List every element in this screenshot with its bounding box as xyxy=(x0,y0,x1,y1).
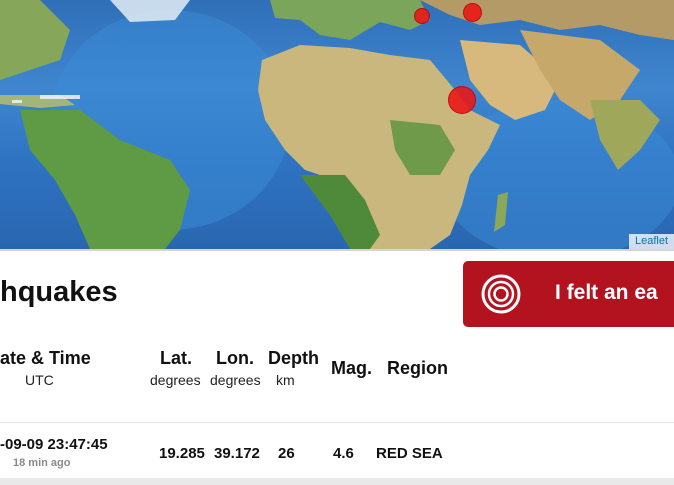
col-header-datetime[interactable]: ate & Time xyxy=(0,348,91,369)
felt-button-label: I felt an ea xyxy=(555,281,658,304)
cell-mag: 4.6 xyxy=(333,445,354,462)
seismic-rings-icon xyxy=(481,274,521,314)
map-divider xyxy=(0,249,674,251)
map-terrain xyxy=(0,0,674,249)
quake-marker[interactable] xyxy=(448,86,476,114)
quake-marker[interactable] xyxy=(414,8,430,24)
col-header-mag[interactable]: Mag. xyxy=(331,358,372,379)
earthquake-map[interactable]: Leaflet xyxy=(0,0,674,249)
col-unit-datetime: UTC xyxy=(25,372,54,388)
col-header-depth[interactable]: Depth xyxy=(268,348,319,369)
leaflet-attribution[interactable]: Leaflet xyxy=(628,234,674,249)
cell-datetime: -09-09 23:47:45 xyxy=(0,436,108,453)
header-separator xyxy=(0,422,674,423)
cell-region: RED SEA xyxy=(376,445,443,462)
cell-time-ago: 18 min ago xyxy=(13,457,71,469)
col-header-lat[interactable]: Lat. xyxy=(160,348,192,369)
felt-earthquake-button[interactable]: I felt an ea xyxy=(463,261,674,327)
col-header-region[interactable]: Region xyxy=(387,358,448,379)
col-unit-lat: degrees xyxy=(150,372,201,388)
col-unit-lon: degrees xyxy=(210,372,261,388)
col-header-lon[interactable]: Lon. xyxy=(216,348,254,369)
row-divider xyxy=(0,478,674,485)
cell-depth: 26 xyxy=(278,445,295,462)
cell-lon: 39.172 xyxy=(214,445,260,462)
page-title: hquakes xyxy=(0,276,118,308)
quake-marker[interactable] xyxy=(463,3,482,22)
col-unit-depth: km xyxy=(276,372,295,388)
cell-lat: 19.285 xyxy=(159,445,205,462)
